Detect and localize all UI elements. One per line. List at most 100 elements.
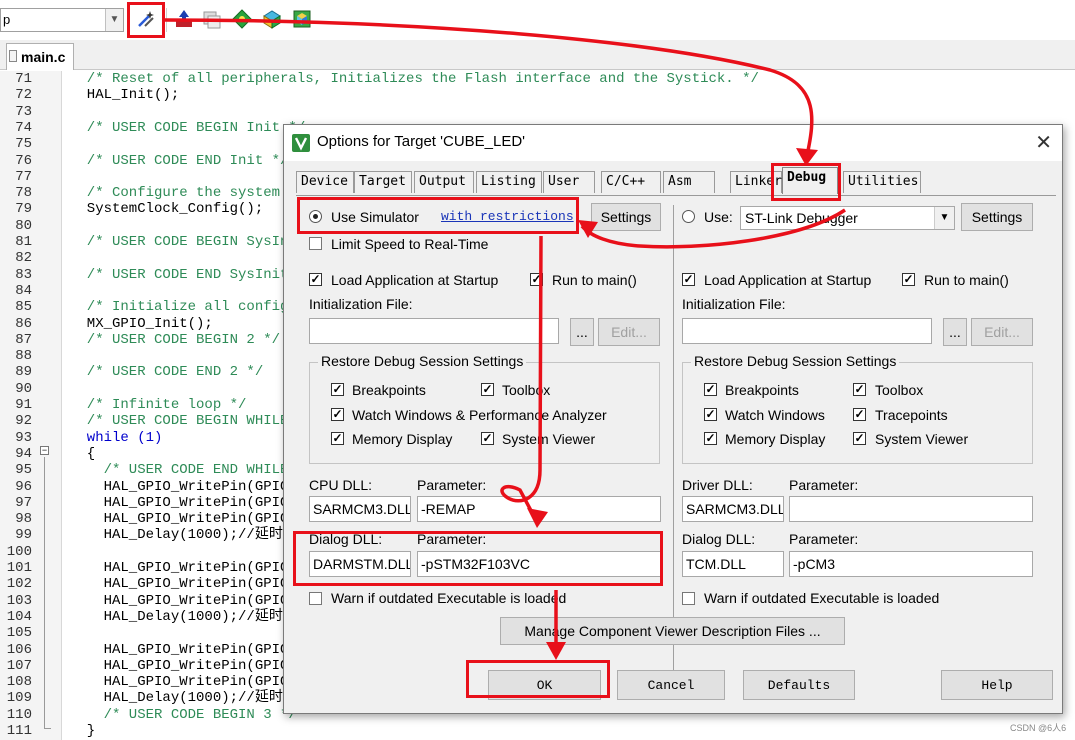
target-select-value: p bbox=[3, 12, 11, 27]
toolbox-checkbox-right[interactable]: ✓ bbox=[853, 383, 866, 396]
load-app-checkbox-left[interactable]: ✓ bbox=[309, 273, 322, 286]
line-number: 75 bbox=[15, 136, 32, 153]
cpu-dll-field[interactable]: SARMCM3.DLL bbox=[309, 496, 411, 522]
toolbox-label-left: Toolbox bbox=[502, 382, 551, 398]
debugger-select[interactable]: ST-Link Debugger ▼ bbox=[740, 206, 955, 230]
sysviewer-label-left: System Viewer bbox=[502, 431, 596, 447]
chevron-down-icon[interactable]: ▼ bbox=[105, 9, 123, 31]
dialog-title: Options for Target 'CUBE_LED' bbox=[317, 133, 526, 150]
highlight-use-simulator bbox=[297, 197, 579, 234]
code-line[interactable]: 73 bbox=[0, 104, 1075, 120]
load-button[interactable] bbox=[171, 6, 197, 32]
tab-c-cpp[interactable]: C/C++ bbox=[601, 171, 661, 193]
memory-label-left: Memory Display bbox=[352, 431, 453, 447]
load-app-checkbox-right[interactable]: ✓ bbox=[682, 273, 695, 286]
copy-button[interactable] bbox=[199, 6, 225, 32]
simulator-settings-button[interactable]: Settings bbox=[591, 203, 661, 231]
toolbar-separator bbox=[166, 8, 167, 32]
code-text: /* USER CODE BEGIN SysIn bbox=[70, 234, 289, 250]
toolbox-checkbox-left[interactable]: ✓ bbox=[481, 383, 494, 396]
edit-button-left[interactable]: Edit... bbox=[598, 318, 660, 346]
code-text: /* USER CODE BEGIN Init */ bbox=[70, 119, 306, 136]
manage-components-button[interactable] bbox=[229, 6, 255, 32]
code-line[interactable]: 72 HAL_Init(); bbox=[0, 87, 1075, 103]
code-text: HAL_GPIO_WritePin(GPIO bbox=[70, 511, 289, 528]
tab-listing[interactable]: Listing bbox=[476, 171, 542, 193]
debugger-settings-button[interactable]: Settings bbox=[961, 203, 1033, 231]
sysviewer-checkbox-right[interactable]: ✓ bbox=[853, 432, 866, 445]
tab-device[interactable]: Device bbox=[296, 171, 354, 193]
pack-installer-button[interactable] bbox=[289, 6, 315, 32]
run-to-main-checkbox-left[interactable]: ✓ bbox=[530, 273, 543, 286]
limit-speed-checkbox[interactable] bbox=[309, 237, 322, 250]
code-text: while (1) bbox=[70, 429, 163, 446]
dialog-dll-field-right[interactable]: TCM.DLL bbox=[682, 551, 784, 577]
sysviewer-checkbox-left[interactable]: ✓ bbox=[481, 432, 494, 445]
fold-toggle-icon[interactable]: − bbox=[40, 446, 49, 455]
tab-target[interactable]: Target bbox=[354, 171, 412, 193]
dialog-titlebar: Options for Target 'CUBE_LED' ✕ bbox=[284, 125, 1062, 161]
watch-checkbox-left[interactable]: ✓ bbox=[331, 408, 344, 421]
restore-group-title-left: Restore Debug Session Settings bbox=[318, 353, 527, 369]
select-pack-button[interactable] bbox=[259, 6, 285, 32]
line-number: 94 bbox=[15, 445, 32, 462]
warn-checkbox-left[interactable] bbox=[309, 592, 322, 605]
driver-param-field[interactable] bbox=[789, 496, 1033, 522]
tab-asm[interactable]: Asm bbox=[663, 171, 715, 193]
line-number: 104 bbox=[6, 608, 32, 625]
line-number: 99 bbox=[15, 527, 32, 544]
code-line[interactable]: 71 /* Reset of all peripherals, Initiali… bbox=[0, 71, 1075, 87]
warn-label-right: Warn if outdated Executable is loaded bbox=[704, 590, 940, 606]
defaults-button[interactable]: Defaults bbox=[743, 670, 855, 700]
tracepoints-checkbox[interactable]: ✓ bbox=[853, 408, 866, 421]
chevron-down-icon[interactable]: ▼ bbox=[934, 207, 954, 229]
download-icon bbox=[176, 10, 192, 27]
highlight-ok-button bbox=[466, 660, 610, 698]
help-button[interactable]: Help bbox=[941, 670, 1053, 700]
line-number: 74 bbox=[15, 119, 32, 136]
init-file-input-left[interactable] bbox=[309, 318, 559, 344]
code-text: /* Reset of all peripherals, Initializes… bbox=[70, 71, 759, 87]
line-number: 98 bbox=[15, 511, 32, 528]
edit-button-right[interactable]: Edit... bbox=[971, 318, 1033, 346]
limit-speed-label: Limit Speed to Real-Time bbox=[331, 236, 489, 252]
code-text: HAL_GPIO_WritePin(GPIO bbox=[70, 657, 289, 674]
cancel-button[interactable]: Cancel bbox=[617, 670, 725, 700]
code-line[interactable]: 111 } bbox=[0, 723, 1075, 739]
browse-button-left[interactable]: ... bbox=[570, 318, 594, 346]
tab-utilities[interactable]: Utilities bbox=[843, 171, 921, 193]
close-icon[interactable]: ✕ bbox=[1035, 130, 1052, 155]
manage-viewer-files-button[interactable]: Manage Component Viewer Description File… bbox=[500, 617, 845, 645]
breakpoints-checkbox-left[interactable]: ✓ bbox=[331, 383, 344, 396]
code-text: /* USER CODE END SysInit bbox=[70, 266, 289, 283]
use-debugger-radio[interactable] bbox=[682, 210, 695, 223]
breakpoints-checkbox-right[interactable]: ✓ bbox=[704, 383, 717, 396]
tab-output[interactable]: Output bbox=[414, 171, 474, 193]
editor-tabstrip: main.c bbox=[0, 40, 1075, 70]
code-text: HAL_GPIO_WritePin(GPIO bbox=[70, 560, 289, 576]
breakpoints-label-left: Breakpoints bbox=[352, 382, 426, 398]
code-text: HAL_GPIO_WritePin(GPIO bbox=[70, 576, 289, 593]
code-text: HAL_Delay(1000);//延时 bbox=[70, 608, 283, 625]
watermark-text: CSDN @6人6 bbox=[1010, 723, 1067, 733]
memory-checkbox-right[interactable]: ✓ bbox=[704, 432, 717, 445]
line-number: 102 bbox=[6, 576, 32, 593]
tracepoints-label: Tracepoints bbox=[875, 407, 948, 423]
watch-checkbox-right[interactable]: ✓ bbox=[704, 408, 717, 421]
driver-dll-field[interactable]: SARMCM3.DLL bbox=[682, 496, 784, 522]
memory-checkbox-left[interactable]: ✓ bbox=[331, 432, 344, 445]
run-to-main-checkbox-right[interactable]: ✓ bbox=[902, 273, 915, 286]
cpu-param-field[interactable]: -REMAP bbox=[417, 496, 661, 522]
target-select[interactable]: p ▼ bbox=[0, 8, 124, 32]
init-file-input-right[interactable] bbox=[682, 318, 932, 344]
line-number: 96 bbox=[15, 478, 32, 495]
code-text: } bbox=[70, 723, 96, 739]
tab-user[interactable]: User bbox=[543, 171, 595, 193]
line-number: 109 bbox=[6, 690, 32, 707]
tab-main-c[interactable]: main.c bbox=[6, 43, 74, 70]
browse-button-right[interactable]: ... bbox=[943, 318, 967, 346]
dialog-param-field-right[interactable]: -pCM3 bbox=[789, 551, 1033, 577]
line-number: 106 bbox=[6, 641, 32, 658]
warn-checkbox-right[interactable] bbox=[682, 592, 695, 605]
line-number: 83 bbox=[15, 266, 32, 283]
